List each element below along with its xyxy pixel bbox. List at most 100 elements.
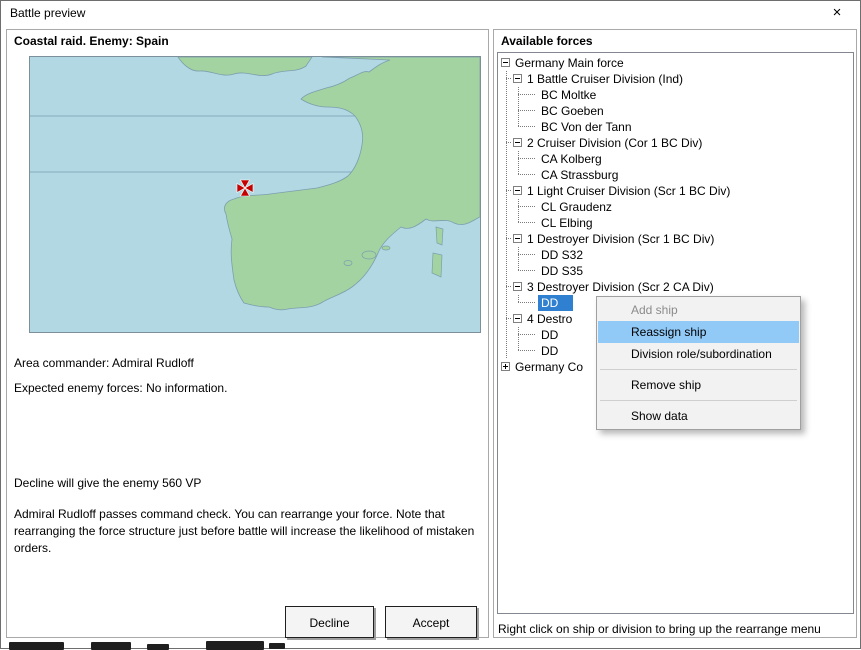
tree-connector	[500, 55, 512, 71]
tree-item-label[interactable]: DD S32	[538, 247, 585, 263]
tree-item-bc-moltke[interactable]: BC Moltke	[500, 87, 853, 103]
tree-item-label[interactable]: 3 Destroyer Division (Scr 2 CA Div)	[524, 279, 716, 295]
tree-connector	[500, 87, 512, 103]
map-island-sardinia	[431, 252, 443, 278]
tree-connector	[524, 295, 538, 311]
tree-item-label[interactable]: BC Von der Tann	[538, 119, 634, 135]
tree-item-germany-main-force[interactable]: Germany Main force	[500, 55, 853, 71]
tree-item-label[interactable]: DD	[538, 327, 560, 343]
menu-item-remove-ship[interactable]: Remove ship	[598, 374, 799, 396]
battle-header: Coastal raid. Enemy: Spain	[14, 34, 169, 48]
tree-connector	[512, 343, 524, 359]
tree-item-label[interactable]: Germany Main force	[512, 55, 626, 71]
collapse-icon[interactable]	[513, 234, 522, 243]
tree-item-cl-elbing[interactable]: CL Elbing	[500, 215, 853, 231]
tree-connector	[500, 327, 512, 343]
tree-connector	[512, 311, 524, 327]
tree-item-1-light-cruiser-division-scr-1-bc-div[interactable]: 1 Light Cruiser Division (Scr 1 BC Div)	[500, 183, 853, 199]
tree-connector	[524, 87, 538, 103]
tree-connector	[500, 279, 512, 295]
obscured-text-fragment	[269, 643, 285, 649]
battle-map	[29, 56, 481, 333]
command-check-text: Admiral Rudloff passes command check. Yo…	[14, 507, 475, 555]
tree-connector	[500, 183, 512, 199]
title-bar: Battle preview ×	[1, 1, 860, 25]
accept-button[interactable]: Accept	[385, 606, 477, 638]
tree-item-label[interactable]: 4 Destro	[524, 311, 574, 327]
tree-item-label[interactable]: BC Moltke	[538, 87, 598, 103]
tree-item-ca-strassburg[interactable]: CA Strassburg	[500, 167, 853, 183]
tree-connector	[512, 183, 524, 199]
tree-item-label[interactable]: CA Strassburg	[538, 167, 620, 183]
tree-item-label[interactable]: DD S35	[538, 263, 585, 279]
tree-connector	[500, 343, 512, 359]
tree-item-3-destroyer-division-scr-2-ca-div[interactable]: 3 Destroyer Division (Scr 2 CA Div)	[500, 279, 853, 295]
tree-connector	[524, 247, 538, 263]
tree-item-label[interactable]: BC Goeben	[538, 103, 606, 119]
tree-item-bc-von-der-tann[interactable]: BC Von der Tann	[500, 119, 853, 135]
tree-connector	[512, 327, 524, 343]
tree-connector	[512, 135, 524, 151]
tree-connector	[524, 199, 538, 215]
area-commander-text: Area commander: Admiral Rudloff	[14, 356, 194, 370]
tree-connector	[512, 263, 524, 279]
collapse-icon[interactable]	[513, 186, 522, 195]
collapse-icon[interactable]	[513, 138, 522, 147]
tree-item-cl-graudenz[interactable]: CL Graudenz	[500, 199, 853, 215]
tree-item-label[interactable]: CA Kolberg	[538, 151, 604, 167]
tree-connector	[512, 87, 524, 103]
tree-item-label[interactable]: 2 Cruiser Division (Cor 1 BC Div)	[524, 135, 704, 151]
tree-connector	[500, 231, 512, 247]
tree-connector	[524, 327, 538, 343]
tree-item-dd-s35[interactable]: DD S35	[500, 263, 853, 279]
tree-connector	[500, 103, 512, 119]
window-title: Battle preview	[10, 6, 86, 20]
expand-icon[interactable]	[501, 362, 510, 371]
menu-separator	[600, 369, 797, 370]
collapse-icon[interactable]	[513, 314, 522, 323]
tree-connector	[500, 263, 512, 279]
tree-connector	[512, 167, 524, 183]
tree-connector	[500, 135, 512, 151]
collapse-icon[interactable]	[513, 282, 522, 291]
tree-item-label[interactable]: 1 Battle Cruiser Division (Ind)	[524, 71, 685, 87]
tree-item-label[interactable]: CL Elbing	[538, 215, 595, 231]
tree-connector	[512, 151, 524, 167]
obscured-text-fragment	[147, 644, 169, 650]
tree-item-label[interactable]: 1 Light Cruiser Division (Scr 1 BC Div)	[524, 183, 732, 199]
collapse-icon[interactable]	[513, 74, 522, 83]
tree-item-label[interactable]: DD	[538, 295, 573, 311]
menu-item-reassign-ship[interactable]: Reassign ship	[598, 321, 799, 343]
menu-item-division-role-subordination[interactable]: Division role/subordination	[598, 343, 799, 365]
menu-item-show-data[interactable]: Show data	[598, 405, 799, 427]
tree-item-label[interactable]: CL Graudenz	[538, 199, 614, 215]
tree-item-2-cruiser-division-cor-1-bc-div[interactable]: 2 Cruiser Division (Cor 1 BC Div)	[500, 135, 853, 151]
tree-connector	[524, 343, 538, 359]
tree-item-1-battle-cruiser-division-ind[interactable]: 1 Battle Cruiser Division (Ind)	[500, 71, 853, 87]
tree-connector	[500, 151, 512, 167]
tree-connector	[500, 119, 512, 135]
tree-connector	[512, 199, 524, 215]
available-forces-header: Available forces	[501, 34, 593, 48]
map-island-majorca	[361, 250, 377, 260]
battle-info-panel: Coastal raid. Enemy: Spain Area commande…	[6, 29, 489, 638]
tree-connector	[500, 311, 512, 327]
tree-item-label[interactable]: 1 Destroyer Division (Scr 1 BC Div)	[524, 231, 716, 247]
tree-connector	[512, 231, 524, 247]
decline-button[interactable]: Decline	[285, 606, 374, 638]
tree-item-label[interactable]: DD	[538, 343, 560, 359]
tree-connector	[524, 151, 538, 167]
tree-connector	[512, 247, 524, 263]
tree-connector	[512, 295, 524, 311]
tree-item-label[interactable]: Germany Co	[512, 359, 585, 375]
tree-item-1-destroyer-division-scr-1-bc-div[interactable]: 1 Destroyer Division (Scr 1 BC Div)	[500, 231, 853, 247]
tree-connector	[524, 119, 538, 135]
tree-connector	[512, 279, 524, 295]
tree-connector	[500, 199, 512, 215]
close-icon[interactable]: ×	[814, 1, 860, 25]
tree-item-ca-kolberg[interactable]: CA Kolberg	[500, 151, 853, 167]
tree-item-bc-goeben[interactable]: BC Goeben	[500, 103, 853, 119]
tree-item-dd-s32[interactable]: DD S32	[500, 247, 853, 263]
collapse-icon[interactable]	[501, 58, 510, 67]
tree-connector	[524, 167, 538, 183]
